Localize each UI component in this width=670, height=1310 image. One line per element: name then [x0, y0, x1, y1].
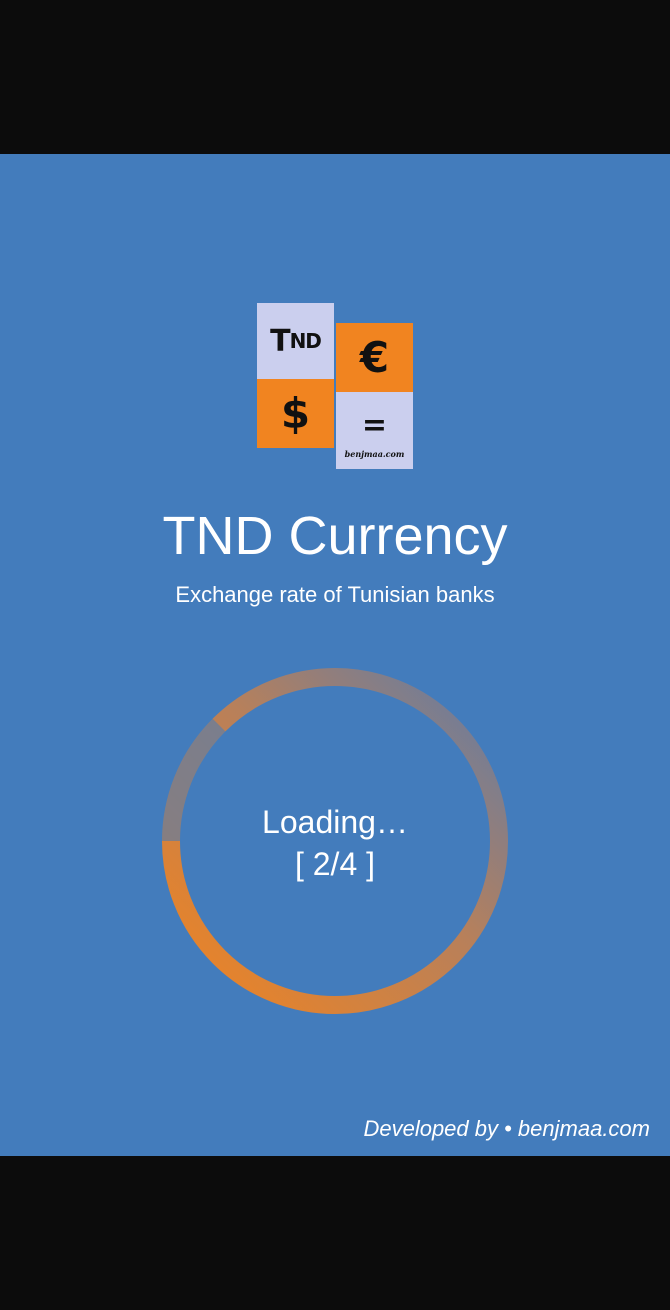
logo-tile-equals: = benjmaa.com — [336, 392, 413, 469]
developer-credit: Developed by • benjmaa.com — [363, 1116, 650, 1141]
status-bar — [0, 0, 670, 154]
logo-tile-tnd: T ND — [257, 303, 334, 379]
splash-screen: T ND $ € = benjmaa.com TND Currency Excha… — [0, 154, 670, 1156]
loading-label: Loading… — [262, 804, 408, 840]
equals-icon: = — [361, 408, 388, 443]
app-title: TND Currency — [162, 506, 508, 566]
logo-brand-text: benjmaa.com — [344, 449, 405, 459]
navigation-bar — [0, 1156, 670, 1310]
logo-tnd-small: ND — [289, 329, 322, 353]
euro-icon: € — [336, 323, 413, 392]
logo-tnd-big: T — [270, 323, 290, 359]
loading-step-counter: [ 2/4 ] — [294, 846, 376, 882]
app-subtitle: Exchange rate of Tunisian banks — [175, 582, 495, 607]
dollar-icon: $ — [257, 379, 334, 448]
app-logo: T ND $ € = benjmaa.com — [257, 303, 413, 469]
